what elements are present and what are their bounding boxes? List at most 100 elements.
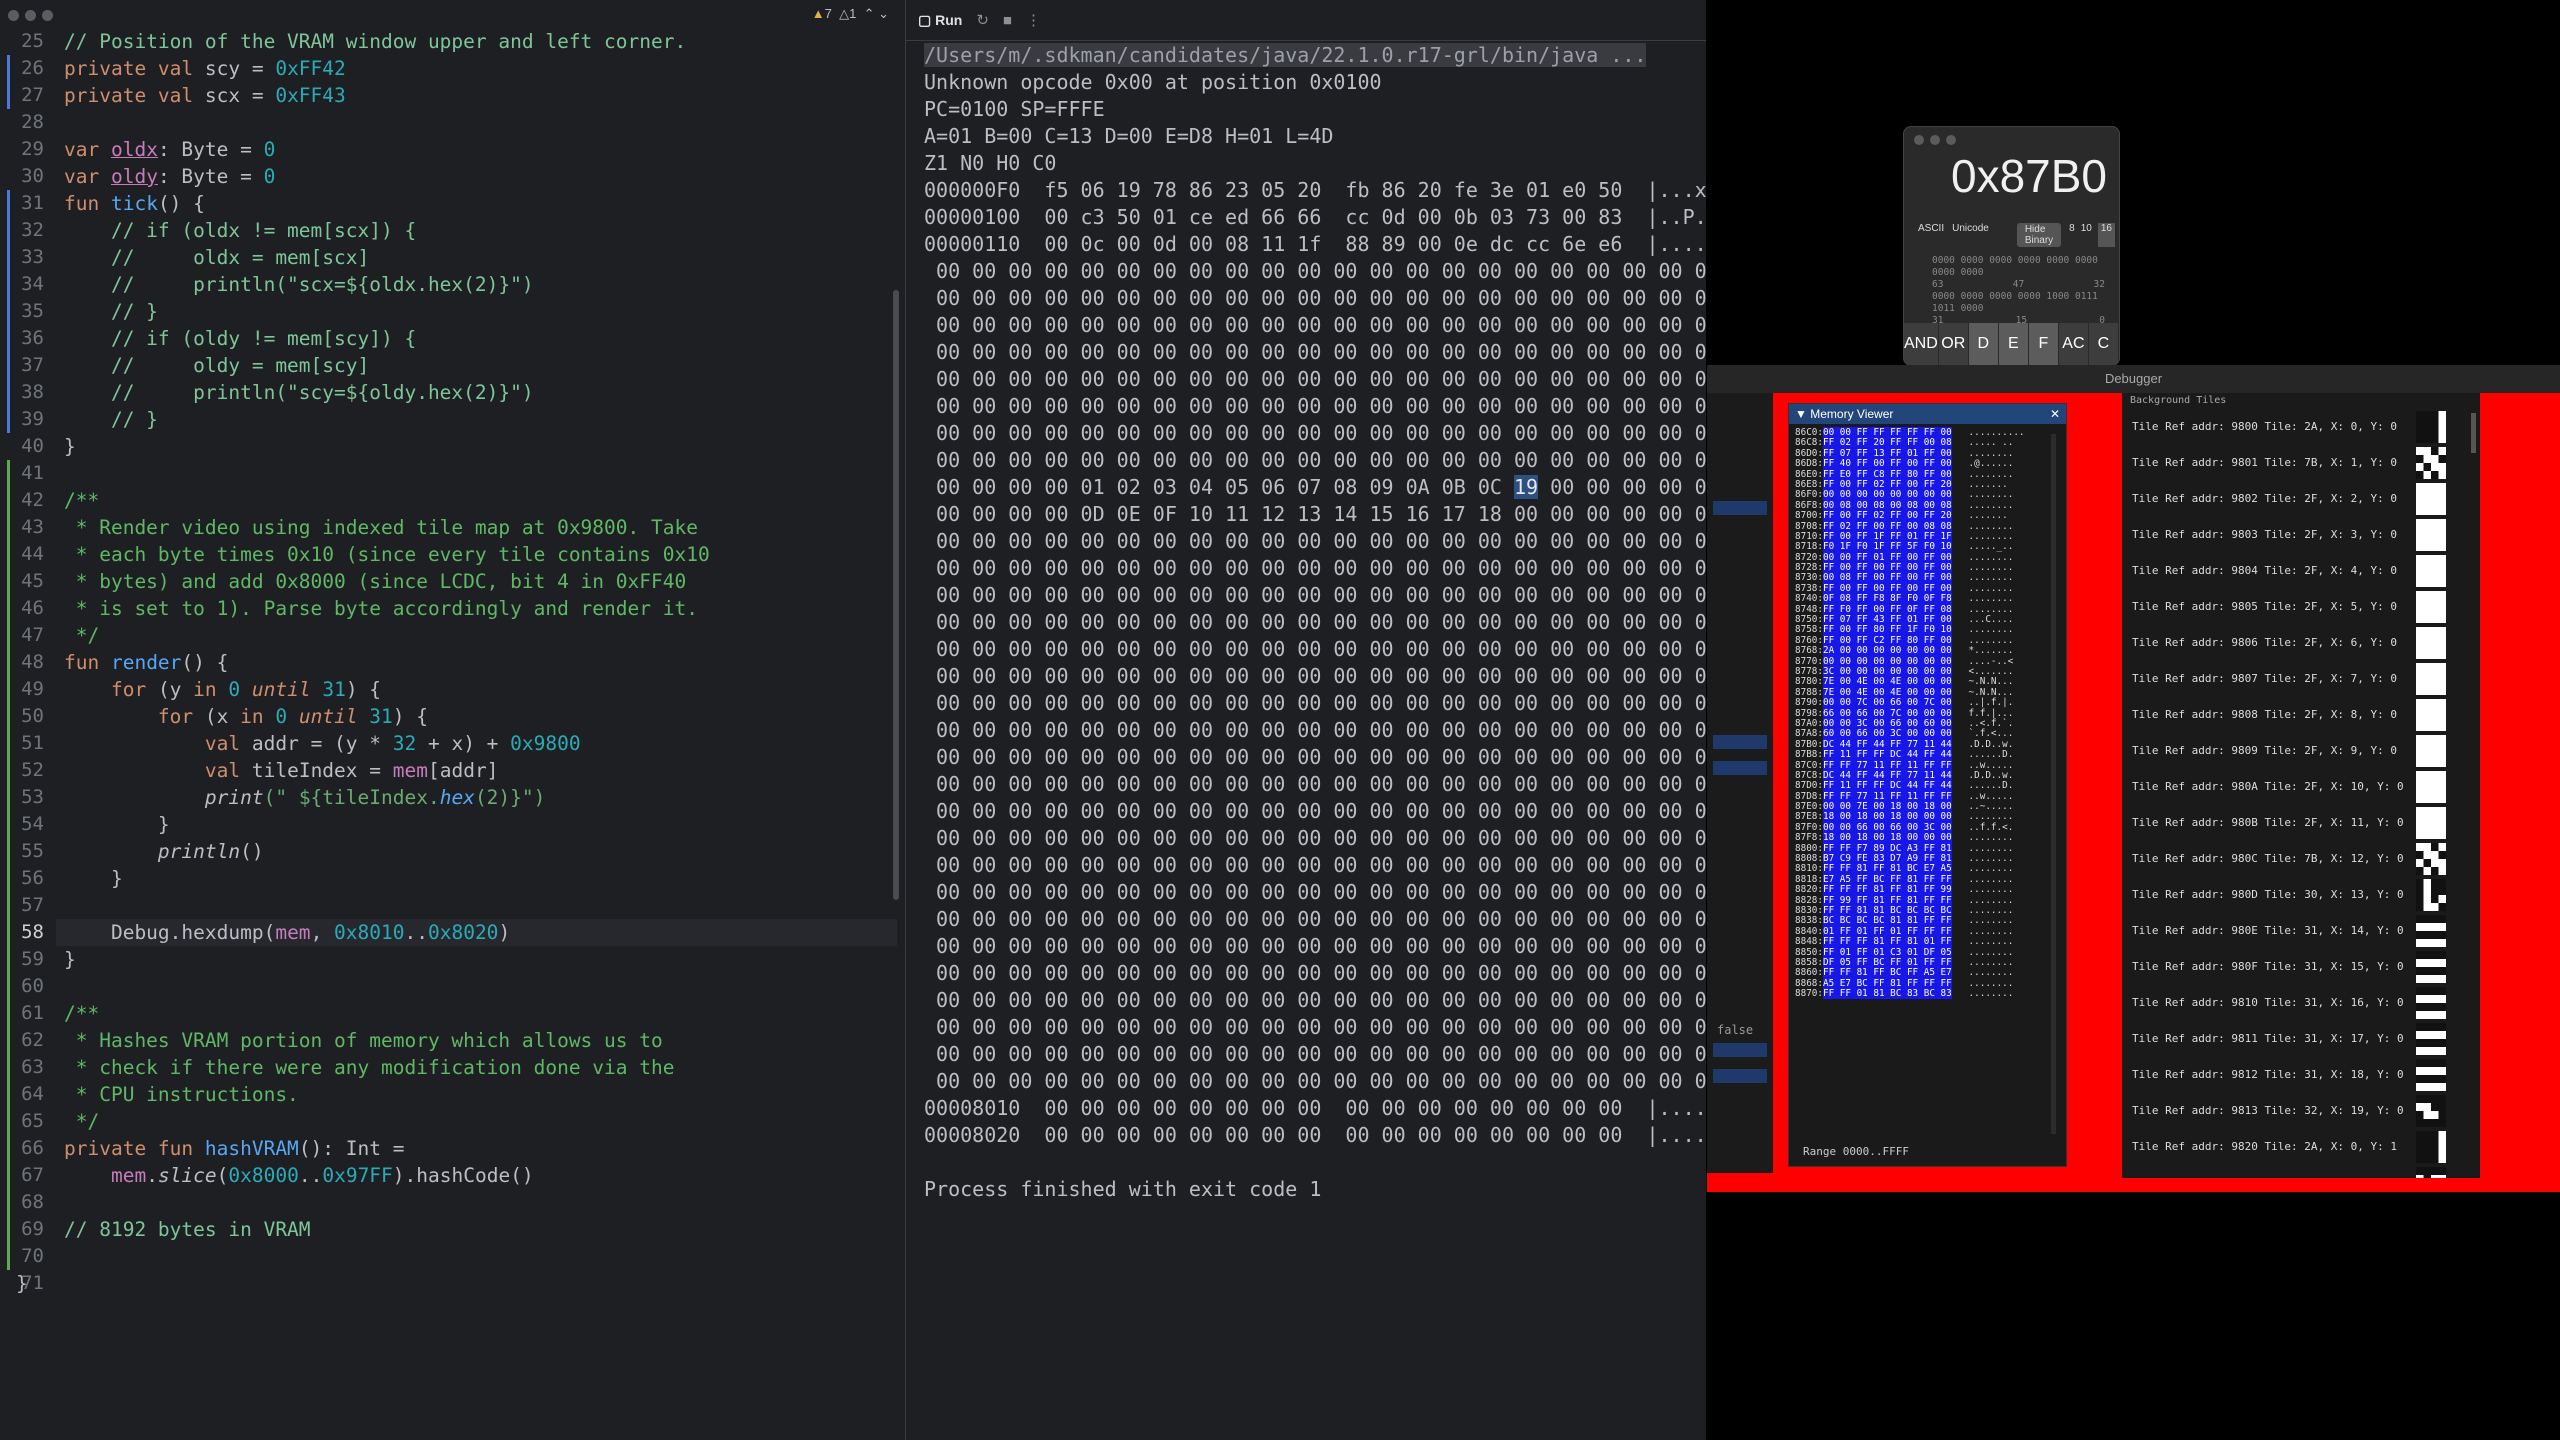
tile-map-entry[interactable]: Tile Ref addr: 9805 Tile: 2F, X: 5, Y: 0 (2122, 589, 2480, 625)
line-number[interactable]: 50 (0, 703, 56, 730)
vcs-change-marker[interactable] (7, 352, 10, 379)
line-number[interactable]: 28 (0, 109, 56, 136)
vcs-change-marker[interactable] (7, 1054, 10, 1081)
memory-row[interactable]: 87B8:FF 11 FF FF DC 44 FF 44 ......D. (1795, 749, 2053, 761)
tile-map-scrollbar[interactable] (2471, 413, 2476, 453)
tile-map-entry[interactable]: Tile Ref addr: 980A Tile: 2F, X: 10, Y: … (2122, 769, 2480, 805)
memory-bytes[interactable]: 00 00 7C 00 66 00 7C 00 (1823, 697, 1952, 709)
line-number[interactable]: 65 (0, 1108, 56, 1135)
memory-bytes[interactable]: 3C 00 00 00 00 00 00 00 (1823, 665, 1952, 677)
vcs-change-marker[interactable] (7, 244, 10, 271)
vcs-change-marker[interactable] (7, 676, 10, 703)
memory-bytes[interactable]: A5 E7 BC FF 81 FF FF FF (1823, 977, 1952, 989)
line-number[interactable]: 54 (0, 811, 56, 838)
vcs-change-marker[interactable] (7, 460, 10, 487)
tab-run[interactable]: ▢ Run (918, 12, 962, 29)
chevron-up-icon[interactable]: ⌃ (864, 6, 875, 21)
vcs-change-marker[interactable] (7, 541, 10, 568)
vcs-change-marker[interactable] (7, 568, 10, 595)
tile-map-entry[interactable]: Tile Ref addr: 9820 Tile: 2A, X: 0, Y: 1 (2122, 1129, 2480, 1165)
tile-map-entry[interactable]: Tile Ref addr: 9807 Tile: 2F, X: 7, Y: 0 (2122, 661, 2480, 697)
line-number[interactable]: 37 (0, 352, 56, 379)
vcs-change-marker[interactable] (7, 703, 10, 730)
memory-row[interactable]: 8848:FF FF FF 81 FF 81 01 FF ........ (1795, 936, 2053, 948)
memory-bytes[interactable]: 60 00 66 00 3C 00 00 00 (1823, 728, 1952, 740)
vcs-change-marker[interactable] (7, 919, 10, 946)
vcs-change-marker[interactable] (7, 1081, 10, 1108)
memory-bytes[interactable]: FF 07 FF 13 FF 01 FF 00 (1823, 447, 1952, 459)
vcs-change-marker[interactable] (7, 1243, 10, 1270)
line-number[interactable]: 45 (0, 568, 56, 595)
vcs-change-marker[interactable] (7, 1162, 10, 1189)
line-number[interactable]: 69 (0, 1216, 56, 1243)
close-dot[interactable] (1914, 135, 1924, 145)
memory-bytes[interactable]: 00 00 FF 01 FF 00 FF 00 (1823, 551, 1952, 563)
debugger-left-pane[interactable]: false (1707, 393, 1773, 1173)
memory-bytes[interactable]: 01 FF 01 FF 01 FF FF FF (1823, 925, 1952, 937)
vcs-change-marker[interactable] (7, 865, 10, 892)
tile-map-entry[interactable]: Tile Ref addr: 980D Tile: 30, X: 13, Y: … (2122, 877, 2480, 913)
memory-bytes[interactable]: FF FF 81 FF BC FF A5 E7 (1823, 967, 1952, 979)
tile-map-entry[interactable]: Tile Ref addr: 9812 Tile: 31, X: 18, Y: … (2122, 1057, 2480, 1093)
line-number[interactable]: 38 (0, 379, 56, 406)
vcs-change-marker[interactable] (7, 55, 10, 82)
line-number[interactable]: 42 (0, 487, 56, 514)
c-key[interactable]: C (2088, 323, 2119, 365)
tile-map-entry[interactable]: Tile Ref addr: 980B Tile: 2F, X: 11, Y: … (2122, 805, 2480, 841)
line-number[interactable]: 39 (0, 406, 56, 433)
close-dot[interactable] (8, 10, 19, 21)
binary-bits-display[interactable]: 0000 0000 0000 0000 0000 0000 0000 0000 … (1932, 255, 2105, 327)
memory-bytes[interactable]: FF 11 FF FF DC 44 FF 44 (1823, 749, 1952, 761)
vcs-change-marker[interactable] (7, 838, 10, 865)
tile-map-entry[interactable]: Tile Ref addr: 9809 Tile: 2F, X: 9, Y: 0 (2122, 733, 2480, 769)
memory-bytes[interactable]: 00 00 00 00 00 00 00 00 (1823, 655, 1952, 667)
minimize-dot[interactable] (25, 10, 36, 21)
or-key[interactable]: OR (1938, 323, 1969, 365)
memory-scrollbar[interactable] (2051, 434, 2056, 1134)
tile-map-entry[interactable]: Tile Ref addr: 9821 Tile: 7C, X: 1, Y: 1 (2122, 1165, 2480, 1178)
memory-bytes[interactable]: FF F0 FF 00 FF 0F FF 08 (1823, 603, 1952, 615)
tile-map-rows[interactable]: Tile Ref addr: 9800 Tile: 2A, X: 0, Y: 0… (2122, 409, 2480, 1178)
tile-map-entry[interactable]: Tile Ref addr: 9813 Tile: 32, X: 19, Y: … (2122, 1093, 2480, 1129)
memory-bytes[interactable]: 18 00 18 00 18 00 00 00 (1823, 811, 1952, 823)
e-key[interactable]: E (1998, 323, 2029, 365)
memory-row[interactable]: 8870:FF FF 01 81 BC 83 BC 83 ........ (1795, 988, 2053, 1000)
run-tool-window[interactable]: ▢ Run ↻ ■ ⋮ /Users/m/.sdkman/candidates/… (905, 0, 1706, 1440)
memory-bytes[interactable]: 00 00 FF FF FF FF FF 00 (1823, 427, 1952, 438)
line-number[interactable]: 61 (0, 1000, 56, 1027)
line-number[interactable]: 40 (0, 433, 56, 460)
line-number[interactable]: 68 (0, 1189, 56, 1216)
line-number[interactable]: 26 (0, 55, 56, 82)
code-area[interactable]: // Position of the VRAM window upper and… (16, 28, 897, 1297)
vcs-change-marker[interactable] (7, 1189, 10, 1216)
vcs-change-marker[interactable] (7, 514, 10, 541)
memory-bytes[interactable]: FF E0 FF C8 FF 80 FF 00 (1823, 468, 1952, 480)
more-icon[interactable]: ⋮ (1026, 11, 1041, 29)
line-number[interactable]: 32 (0, 217, 56, 244)
line-number[interactable]: 30 (0, 163, 56, 190)
zoom-dot[interactable] (42, 10, 53, 21)
memory-bytes[interactable]: FF FF FF 81 FF 81 01 FF (1823, 936, 1952, 948)
rerun-icon[interactable]: ↻ (976, 11, 989, 29)
vcs-change-marker[interactable] (7, 406, 10, 433)
memory-bytes[interactable]: FF FF 81 FF 81 BC E7 A5 (1823, 863, 1952, 875)
line-number[interactable]: 62 (0, 1027, 56, 1054)
tile-map-entry[interactable]: Tile Ref addr: 9810 Tile: 31, X: 16, Y: … (2122, 985, 2480, 1021)
memory-bytes[interactable]: FF FF FF 81 FF 81 FF 99 (1823, 884, 1952, 896)
minimize-dot[interactable] (1930, 135, 1940, 145)
vcs-change-marker[interactable] (7, 595, 10, 622)
ascii-toggle[interactable]: ASCII (1918, 223, 1944, 247)
memory-bytes[interactable]: 66 00 66 00 7C 00 00 00 (1823, 707, 1952, 719)
line-number[interactable]: 49 (0, 676, 56, 703)
memory-bytes[interactable]: FF FF 77 11 FF 11 FF FF (1823, 759, 1952, 771)
memory-bytes[interactable]: FF FF 81 81 BC BC BC BC (1823, 904, 1952, 916)
memory-bytes[interactable]: F0 1F F0 1F FF 5F F0 10 (1823, 541, 1952, 553)
line-number[interactable]: 35 (0, 298, 56, 325)
vcs-change-marker[interactable] (7, 1000, 10, 1027)
collapse-triangle-icon[interactable]: ▼ (1795, 407, 1807, 421)
memory-bytes[interactable]: FF 40 FF 00 FF 00 FF 00 (1823, 458, 1952, 470)
memory-bytes[interactable]: FF 00 FF 80 FF 1F F0 10 (1823, 624, 1952, 636)
memory-bytes[interactable]: FF 00 FF 02 FF 00 FF 20 (1823, 478, 1952, 490)
line-number[interactable]: 66 (0, 1135, 56, 1162)
vcs-change-marker[interactable] (7, 1216, 10, 1243)
